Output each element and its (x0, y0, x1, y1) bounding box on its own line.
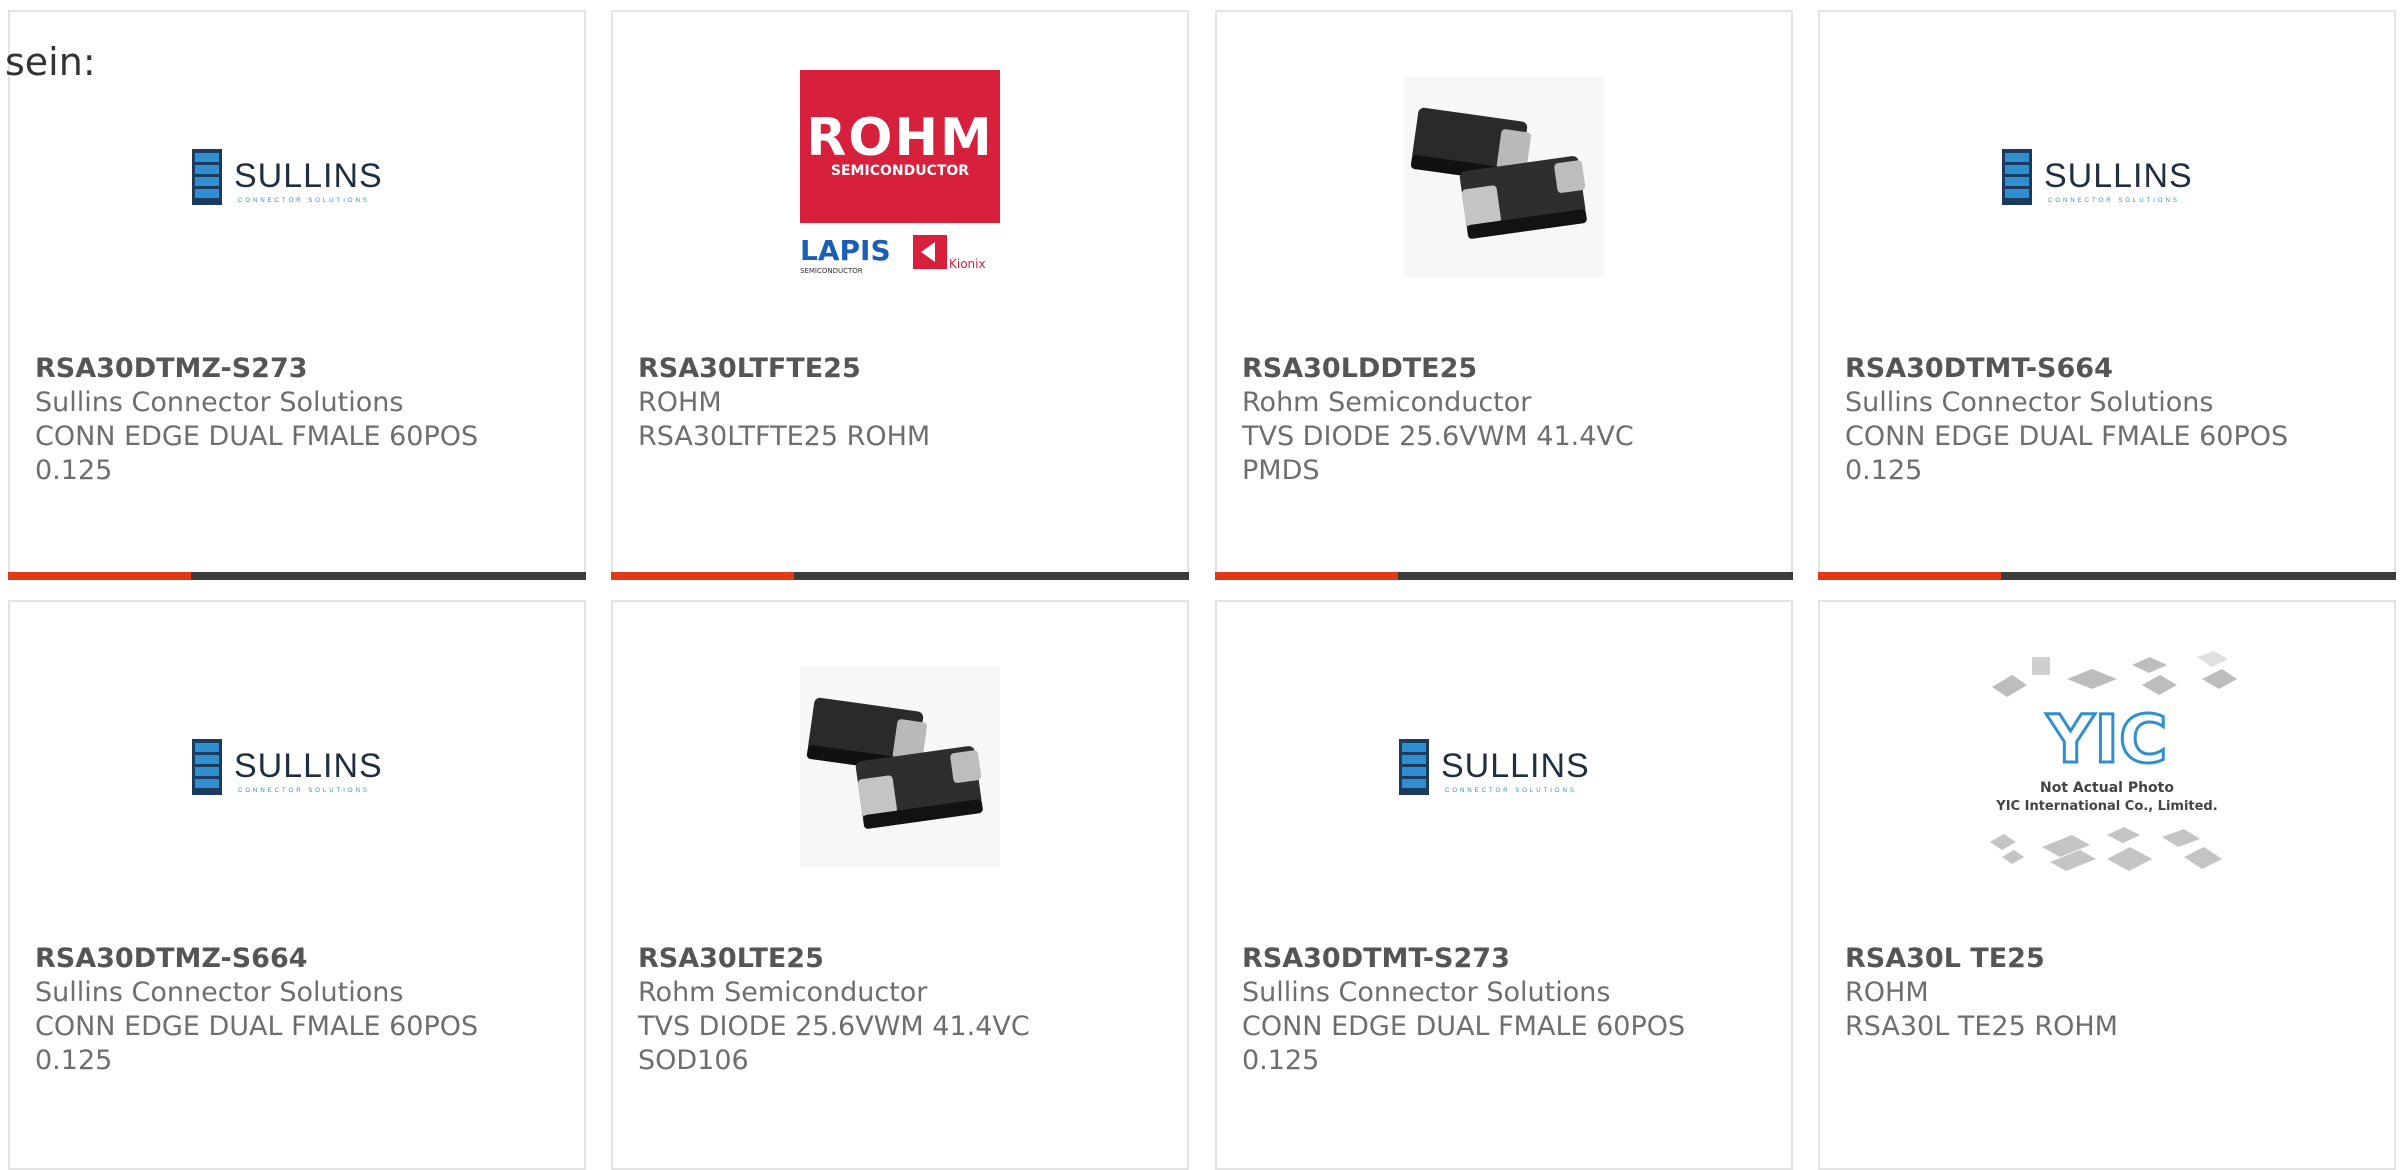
product-info: RSA30LDDTE25 Rohm Semiconductor TVS DIOD… (1242, 352, 1776, 488)
product-image: SULLINS CONNECTOR SOLUTIONS (1217, 652, 1791, 882)
description-cont: 0.125 (1242, 1045, 1320, 1076)
description: CONN EDGE DUAL FMALE 60POS (35, 421, 479, 452)
diode-photo-icon (1404, 77, 1604, 277)
logo-wordmark: SULLINS (2044, 157, 2193, 195)
logo-tagline: CONNECTOR SOLUTIONS (2048, 198, 2180, 204)
product-image: ROHM SEMICONDUCTOR LAPIS SEMICONDUCTOR K… (613, 62, 1187, 292)
description: CONN EDGE DUAL FMALE 60POS (1242, 1011, 1686, 1042)
rohm-sub: SEMICONDUCTOR (831, 163, 969, 179)
card-bottom-bar (1215, 572, 1793, 580)
manufacturer: ROHM (638, 387, 722, 418)
product-card[interactable]: RSA30LDDTE25 Rohm Semiconductor TVS DIOD… (1215, 10, 1793, 580)
part-number-link[interactable]: RSA30DTMZ-S273 (35, 352, 569, 386)
card-bottom-bar (611, 572, 1189, 580)
yic-placeholder-icon: YIC Not Actual Photo YIC International C… (1990, 651, 2237, 871)
yic-line2: YIC International Co., Limited. (1995, 799, 2217, 814)
part-number-link[interactable]: RSA30DTMT-S273 (1242, 942, 1776, 976)
kionix-wordmark: Kionix (949, 257, 986, 271)
product-info: RSA30LTE25 Rohm Semiconductor TVS DIODE … (638, 942, 1172, 1078)
logo-tagline: CONNECTOR SOLUTIONS (238, 198, 370, 204)
logo-wordmark: SULLINS (234, 157, 383, 195)
rohm-logo-icon: ROHM SEMICONDUCTOR LAPIS SEMICONDUCTOR K… (800, 69, 1000, 275)
product-info: RSA30DTMZ-S664 Sullins Connector Solutio… (35, 942, 569, 1078)
rohm-wordmark: ROHM (806, 108, 994, 168)
description-cont: PMDS (1242, 455, 1320, 486)
part-number-link[interactable]: RSA30DTMT-S664 (1845, 352, 2379, 386)
lapis-wordmark: LAPIS (800, 234, 891, 267)
product-info: RSA30DTMZ-S273 Sullins Connector Solutio… (35, 352, 569, 488)
product-image: SULLINS CONNECTOR SOLUTIONS (10, 62, 584, 292)
lead-text: sein: (5, 40, 96, 84)
manufacturer: Sullins Connector Solutions (35, 387, 404, 418)
diode-photo-icon (800, 667, 1000, 867)
logo-wordmark: SULLINS (1441, 747, 1590, 785)
description: TVS DIODE 25.6VWM 41.4VC (1242, 421, 1634, 452)
description-cont: SOD106 (638, 1045, 749, 1076)
description: CONN EDGE DUAL FMALE 60POS (35, 1011, 479, 1042)
product-image (1217, 62, 1791, 292)
product-card[interactable]: SULLINS CONNECTOR SOLUTIONS RSA30DTMZ-S2… (8, 10, 586, 580)
sullins-logo-icon: SULLINS CONNECTOR SOLUTIONS (1399, 739, 1590, 795)
manufacturer: Rohm Semiconductor (638, 977, 928, 1008)
card-accent (1215, 572, 1398, 580)
product-info: RSA30LTFTE25 ROHM RSA30LTFTE25 ROHM (638, 352, 1172, 454)
yic-line1: Not Actual Photo (2040, 780, 2174, 796)
sullins-logo-icon: SULLINS CONNECTOR SOLUTIONS (2002, 149, 2193, 205)
logo-tagline: CONNECTOR SOLUTIONS (238, 788, 370, 794)
product-image: YIC Not Actual Photo YIC International C… (1820, 651, 2394, 882)
description-cont: 0.125 (35, 455, 113, 486)
product-image: SULLINS CONNECTOR SOLUTIONS (1820, 62, 2394, 292)
manufacturer: Sullins Connector Solutions (1845, 387, 2214, 418)
manufacturer: Sullins Connector Solutions (35, 977, 404, 1008)
yic-mark: YIC (2046, 701, 2168, 778)
part-number-link[interactable]: RSA30LTFTE25 (638, 352, 1172, 386)
manufacturer: Rohm Semiconductor (1242, 387, 1532, 418)
card-bottom-bar (8, 572, 586, 580)
sullins-logo-icon: SULLINS CONNECTOR SOLUTIONS (192, 739, 383, 795)
product-card[interactable]: RSA30LTE25 Rohm Semiconductor TVS DIODE … (611, 600, 1189, 1170)
product-image (613, 652, 1187, 882)
logo-tagline: CONNECTOR SOLUTIONS (1445, 788, 1577, 794)
product-grid: SULLINS CONNECTOR SOLUTIONS RSA30DTMZ-S2… (0, 0, 2400, 1170)
logo-wordmark: SULLINS (234, 747, 383, 785)
description: RSA30LTFTE25 ROHM (638, 421, 931, 452)
product-image: SULLINS CONNECTOR SOLUTIONS (10, 652, 584, 882)
card-accent (611, 572, 794, 580)
card-bottom-bar (1818, 572, 2396, 580)
part-number-link[interactable]: RSA30DTMZ-S664 (35, 942, 569, 976)
product-info: RSA30DTMT-S273 Sullins Connector Solutio… (1242, 942, 1776, 1078)
product-card[interactable]: YIC Not Actual Photo YIC International C… (1818, 600, 2396, 1170)
description: TVS DIODE 25.6VWM 41.4VC (638, 1011, 1030, 1042)
description-cont: 0.125 (35, 1045, 113, 1076)
description: CONN EDGE DUAL FMALE 60POS (1845, 421, 2289, 452)
sullins-logo-icon: SULLINS CONNECTOR SOLUTIONS (192, 149, 383, 205)
product-card[interactable]: ROHM SEMICONDUCTOR LAPIS SEMICONDUCTOR K… (611, 10, 1189, 580)
product-info: RSA30L TE25 ROHM RSA30L TE25 ROHM (1845, 942, 2379, 1044)
description: RSA30L TE25 ROHM (1845, 1011, 2118, 1042)
product-card[interactable]: SULLINS CONNECTOR SOLUTIONS RSA30DTMT-S2… (1215, 600, 1793, 1170)
part-number-link[interactable]: RSA30L TE25 (1845, 942, 2379, 976)
product-card[interactable]: SULLINS CONNECTOR SOLUTIONS RSA30DTMZ-S6… (8, 600, 586, 1170)
part-number-link[interactable]: RSA30LTE25 (638, 942, 1172, 976)
description-cont: 0.125 (1845, 455, 1923, 486)
lapis-sub: SEMICONDUCTOR (800, 267, 863, 275)
product-info: RSA30DTMT-S664 Sullins Connector Solutio… (1845, 352, 2379, 488)
part-number-link[interactable]: RSA30LDDTE25 (1242, 352, 1776, 386)
manufacturer: Sullins Connector Solutions (1242, 977, 1611, 1008)
card-accent (1818, 572, 2001, 580)
product-card[interactable]: SULLINS CONNECTOR SOLUTIONS RSA30DTMT-S6… (1818, 10, 2396, 580)
card-accent (8, 572, 191, 580)
manufacturer: ROHM (1845, 977, 1929, 1008)
